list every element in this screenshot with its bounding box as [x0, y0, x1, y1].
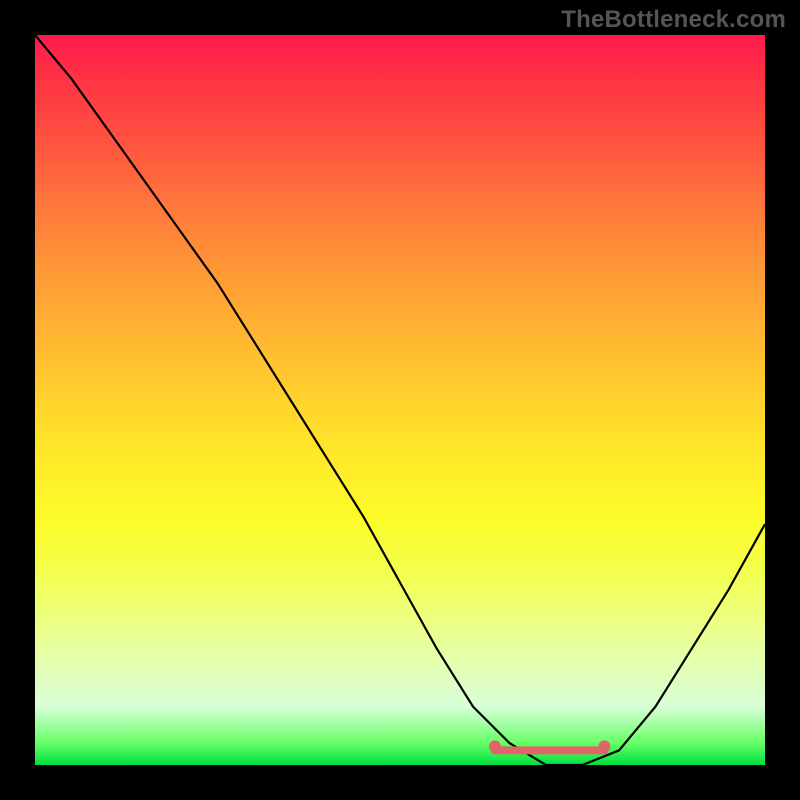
watermark-text: TheBottleneck.com	[561, 6, 786, 34]
optimal-range-start-dot	[489, 740, 501, 752]
optimal-range-end-dot	[598, 740, 610, 752]
bottleneck-curve-line	[35, 35, 765, 765]
chart-svg	[35, 35, 765, 765]
chart-plot-area	[35, 35, 765, 765]
